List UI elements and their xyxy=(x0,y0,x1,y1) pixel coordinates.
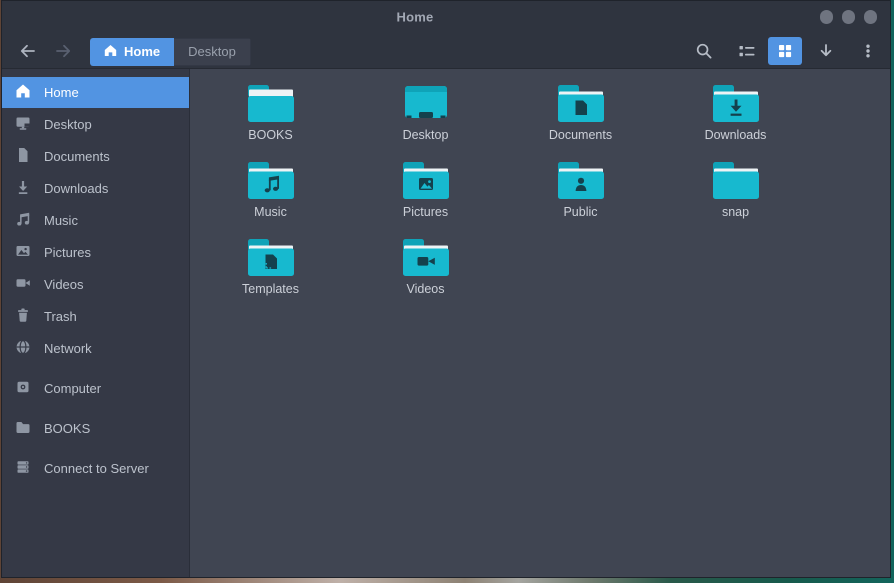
folder-plain-icon xyxy=(712,162,760,200)
window-title: Home xyxy=(397,10,434,25)
down-arrow-icon xyxy=(817,42,835,60)
folder-public-icon xyxy=(557,162,605,200)
toolbar: Home Desktop xyxy=(2,33,890,69)
file-item-documents[interactable]: Documents xyxy=(503,81,658,158)
desktop-monitor-icon xyxy=(402,85,450,123)
breadcrumb-desktop-label: Desktop xyxy=(188,44,236,59)
search-button[interactable] xyxy=(690,37,718,65)
folder-documents-icon xyxy=(557,85,605,123)
window-button-1[interactable] xyxy=(820,10,834,24)
file-item-downloads[interactable]: Downloads xyxy=(658,81,813,158)
breadcrumb-home-label: Home xyxy=(124,44,160,59)
sidebar-item-videos[interactable]: Videos xyxy=(2,269,189,300)
breadcrumb: Home Desktop xyxy=(90,38,251,66)
network-globe-icon xyxy=(15,339,31,358)
breadcrumb-desktop[interactable]: Desktop xyxy=(174,38,251,66)
file-item-desktop[interactable]: Desktop xyxy=(348,81,503,158)
back-button[interactable] xyxy=(13,37,41,65)
folder-pictures-icon xyxy=(402,162,450,200)
file-item-music[interactable]: Music xyxy=(193,158,348,235)
download-icon xyxy=(15,179,31,198)
file-item-public[interactable]: Public xyxy=(503,158,658,235)
picture-icon xyxy=(15,243,31,262)
file-item-snap[interactable]: snap xyxy=(658,158,813,235)
trash-icon xyxy=(15,307,31,326)
document-icon xyxy=(15,147,31,166)
folder-icon xyxy=(15,419,31,438)
sidebar-item-pictures[interactable]: Pictures xyxy=(2,237,189,268)
list-view-button[interactable] xyxy=(733,37,761,65)
grid-view-button[interactable] xyxy=(768,37,802,65)
folder-open-icon xyxy=(247,85,295,123)
sidebar-item-trash[interactable]: Trash xyxy=(2,301,189,332)
forward-button[interactable] xyxy=(50,37,78,65)
file-view: BOOKS Desktop Documents Downloads Music xyxy=(190,69,890,577)
home-icon xyxy=(15,83,31,102)
sidebar-item-documents[interactable]: Documents xyxy=(2,141,189,172)
window-button-2[interactable] xyxy=(842,10,856,24)
video-icon xyxy=(15,275,31,294)
grid-view-icon xyxy=(777,43,793,59)
breadcrumb-home[interactable]: Home xyxy=(90,38,174,66)
file-item-books[interactable]: BOOKS xyxy=(193,81,348,158)
sidebar-item-books[interactable]: BOOKS xyxy=(2,413,189,444)
file-item-pictures[interactable]: Pictures xyxy=(348,158,503,235)
file-item-templates[interactable]: Templates xyxy=(193,235,348,312)
sidebar-item-desktop[interactable]: Desktop xyxy=(2,109,189,140)
menu-button[interactable] xyxy=(854,37,882,65)
desktop-icon xyxy=(15,115,31,134)
folder-templates-icon xyxy=(247,239,295,277)
folder-downloads-icon xyxy=(712,85,760,123)
titlebar: Home xyxy=(2,1,890,33)
folder-music-icon xyxy=(247,162,295,200)
kebab-menu-icon xyxy=(859,42,877,60)
folder-videos-icon xyxy=(402,239,450,277)
search-icon xyxy=(695,42,713,60)
file-manager-window: Home xyxy=(1,0,891,578)
sidebar-item-computer[interactable]: Computer xyxy=(2,373,189,404)
list-view-icon xyxy=(738,42,756,60)
sidebar-item-network[interactable]: Network xyxy=(2,333,189,364)
arrow-right-icon xyxy=(55,42,73,60)
music-icon xyxy=(15,211,31,230)
headerbar: Home xyxy=(2,1,890,69)
arrow-left-icon xyxy=(18,42,36,60)
file-item-videos[interactable]: Videos xyxy=(348,235,503,312)
server-icon xyxy=(15,459,31,478)
window-button-3[interactable] xyxy=(864,10,878,24)
computer-drive-icon xyxy=(15,379,31,398)
home-icon xyxy=(104,44,117,60)
file-grid: BOOKS Desktop Documents Downloads Music xyxy=(193,81,890,312)
sidebar-item-connect-to-server[interactable]: Connect to Server xyxy=(2,453,189,484)
window-controls xyxy=(820,1,878,33)
sidebar-item-music[interactable]: Music xyxy=(2,205,189,236)
sort-down-button[interactable] xyxy=(812,37,840,65)
sidebar: Home Desktop Documents Downloads Music P xyxy=(2,69,190,577)
sidebar-item-downloads[interactable]: Downloads xyxy=(2,173,189,204)
sidebar-item-home[interactable]: Home xyxy=(2,77,189,108)
